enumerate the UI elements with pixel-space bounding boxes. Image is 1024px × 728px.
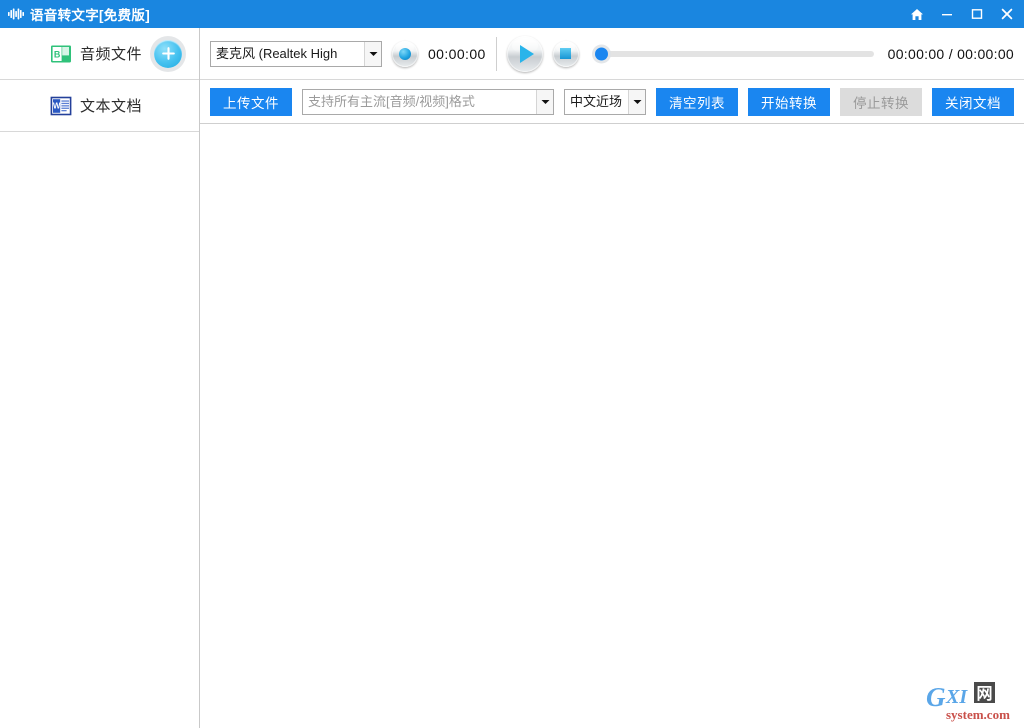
audio-wave-icon [8, 7, 24, 21]
chevron-down-icon[interactable] [628, 89, 645, 114]
stop-button[interactable] [552, 40, 579, 67]
svg-text:网: 网 [976, 685, 992, 703]
close-icon[interactable] [992, 1, 1022, 27]
sidebar: B 音频文件 W 文本文档 [0, 28, 200, 728]
player-toolbar: 麦克风 (Realtek High 00:00:00 00:00:00 / 00… [200, 28, 1024, 80]
word-document-icon: W [50, 95, 72, 117]
sidebar-item-label: 文本文档 [80, 98, 143, 115]
plus-icon[interactable] [154, 39, 183, 68]
upload-file-button[interactable]: 上传文件 [210, 87, 292, 116]
sidebar-item-audio-files[interactable]: B 音频文件 [0, 28, 199, 80]
title-bar-left: 语音转文字[免费版] [8, 4, 902, 24]
svg-text:W: W [53, 101, 61, 110]
playback-time-display: 00:00:00 / 00:00:00 [887, 45, 1014, 62]
stop-square-icon [560, 48, 572, 59]
record-timer: 00:00:00 [428, 45, 486, 62]
language-mode-value: 中文近场 [570, 93, 623, 109]
svg-text:B: B [54, 49, 61, 59]
window-title: 语音转文字[免费版] [30, 8, 150, 23]
window-body: B 音频文件 W 文本文档 麦克风 (Realtek High 00:00:00… [0, 28, 1024, 728]
application-window: 语音转文字[免费版] B 音频文件 W 文本文档 麦克风 (Realtek Hi… [0, 0, 1024, 728]
maximize-icon[interactable] [962, 1, 992, 27]
microphone-device-value: 麦克风 (Realtek High [216, 45, 338, 61]
svg-text:XI: XI [945, 686, 968, 708]
sidebar-item-text-documents[interactable]: W 文本文档 [0, 80, 199, 132]
svg-text:G: G [926, 682, 946, 712]
audio-file-icon: B [50, 43, 72, 65]
chevron-down-icon[interactable] [364, 41, 381, 66]
file-list-placeholder: 支持所有主流[音频/视频]格式 [308, 93, 475, 109]
home-icon[interactable] [902, 1, 932, 27]
title-bar: 语音转文字[免费版] [0, 0, 1024, 28]
start-convert-button[interactable]: 开始转换 [748, 87, 830, 116]
stop-convert-button: 停止转换 [840, 87, 922, 116]
clear-list-button[interactable]: 清空列表 [656, 87, 738, 116]
svg-text:system.com: system.com [946, 707, 1010, 722]
close-document-button[interactable]: 关闭文档 [932, 87, 1014, 116]
play-button[interactable] [506, 35, 543, 72]
play-triangle-icon [519, 44, 534, 63]
minimize-icon[interactable] [932, 1, 962, 27]
file-list-area[interactable]: G XI 网 system.com [200, 124, 1024, 728]
chevron-down-icon[interactable] [536, 89, 553, 114]
seek-track[interactable] [594, 47, 874, 60]
action-toolbar: 上传文件 支持所有主流[音频/视频]格式 中文近场 清空列表 开始转换 停止转换 [200, 80, 1024, 124]
record-button[interactable] [392, 40, 418, 67]
window-controls [902, 1, 1022, 27]
toolbar-divider [495, 36, 497, 71]
seek-bar[interactable]: 00:00:00 / 00:00:00 [589, 46, 1014, 62]
file-list-select[interactable]: 支持所有主流[音频/视频]格式 [302, 88, 554, 115]
language-mode-select[interactable]: 中文近场 [564, 88, 646, 115]
watermark-logo: G XI 网 system.com [924, 678, 1018, 724]
sidebar-item-label: 音频文件 [80, 46, 143, 63]
seek-thumb[interactable] [594, 47, 608, 60]
microphone-device-select[interactable]: 麦克风 (Realtek High [210, 40, 382, 67]
main-panel: 麦克风 (Realtek High 00:00:00 00:00:00 / 00… [200, 28, 1024, 728]
record-dot-icon [399, 47, 411, 60]
